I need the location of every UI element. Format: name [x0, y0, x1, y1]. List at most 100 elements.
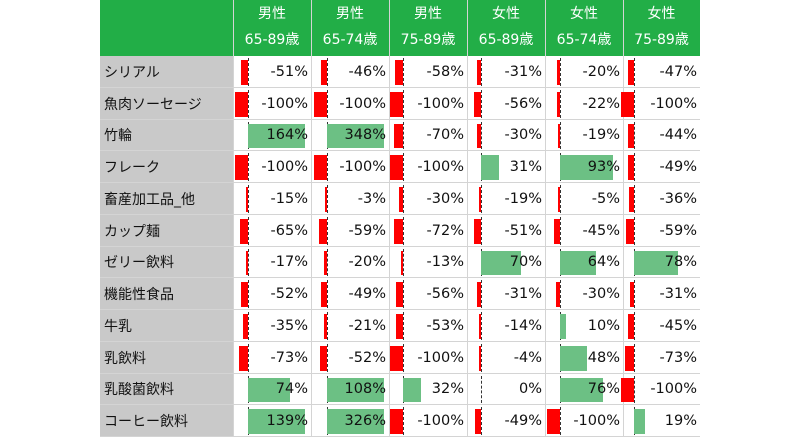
data-cell: 326%	[311, 405, 389, 437]
negative-bar	[479, 345, 481, 371]
negative-bar	[629, 187, 634, 212]
negative-bar	[246, 187, 248, 212]
data-cell: -19%	[467, 183, 545, 215]
negative-bar	[241, 60, 248, 85]
row-label: シリアル	[100, 56, 233, 88]
cell-value: 108%	[344, 381, 386, 398]
zero-axis-line	[481, 280, 482, 308]
zero-axis-line	[403, 89, 404, 118]
cell-value: 326%	[344, 413, 386, 430]
zero-axis-line	[634, 343, 635, 372]
negative-bar	[390, 409, 403, 434]
data-cell: -17%	[233, 246, 311, 279]
cell-value: -20%	[582, 63, 620, 80]
zero-axis-line	[327, 185, 328, 213]
data-cell: -49%	[623, 151, 700, 183]
cell-value: -45%	[582, 222, 620, 239]
data-cell: -49%	[311, 278, 389, 310]
zero-axis-line	[327, 248, 328, 277]
row-label: 竹輪	[100, 119, 233, 152]
data-cell: 70%	[467, 246, 545, 279]
cell-value: -59%	[348, 222, 386, 239]
zero-axis-line	[481, 216, 482, 245]
cell-value: 19%	[664, 413, 697, 430]
data-cell: 139%	[233, 405, 311, 437]
column-header: 女性 75-89歳	[623, 0, 700, 56]
column-header-gender: 男性	[336, 6, 364, 22]
cell-value: -30%	[426, 190, 464, 207]
negative-bar	[395, 282, 403, 307]
positive-bar	[634, 409, 645, 434]
zero-axis-line	[403, 216, 404, 245]
data-cell: 19%	[623, 405, 700, 437]
zero-axis-line	[481, 89, 482, 118]
cell-value: -45%	[659, 317, 697, 334]
zero-axis-line	[634, 121, 635, 150]
data-cell: -35%	[233, 310, 311, 342]
zero-axis-line	[248, 280, 249, 308]
zero-axis-line	[634, 89, 635, 118]
cell-value: 64%	[587, 254, 620, 271]
data-cell: 76%	[545, 373, 623, 406]
cell-value: -49%	[348, 286, 386, 303]
cell-value: -100%	[339, 159, 386, 176]
zero-axis-line	[481, 121, 482, 150]
cell-value: -36%	[659, 190, 697, 207]
zero-axis-line	[403, 343, 404, 372]
data-cell: 32%	[389, 373, 467, 406]
zero-axis-line	[481, 407, 482, 435]
data-cell: 64%	[545, 246, 623, 279]
negative-bar	[399, 187, 403, 212]
row-label: 乳飲料	[100, 341, 233, 374]
negative-bar	[390, 91, 403, 117]
negative-bar	[628, 314, 634, 339]
data-cell: -4%	[467, 341, 545, 374]
zero-axis-line	[481, 312, 482, 340]
data-table: 男性 65-89歳 男性 65-74歳 男性 75-89歳 女性 65-89歳 女性 65-74歳…	[100, 0, 700, 437]
cell-value: -17%	[270, 254, 308, 271]
zero-axis-line	[634, 185, 635, 213]
data-cell: -100%	[389, 87, 467, 120]
column-header-age: 65-89歳	[478, 32, 534, 48]
data-cell: -30%	[467, 119, 545, 152]
cell-value: -56%	[504, 95, 542, 112]
negative-bar	[390, 345, 403, 371]
data-cell: -73%	[623, 341, 700, 374]
negative-bar	[396, 314, 403, 339]
cell-value: -49%	[504, 413, 542, 430]
cell-value: -56%	[426, 286, 464, 303]
negative-bar	[474, 218, 481, 244]
negative-bar	[556, 282, 560, 307]
zero-axis-line	[248, 312, 249, 340]
data-cell: 108%	[311, 373, 389, 406]
data-cell: -20%	[311, 246, 389, 279]
negative-bar	[245, 250, 248, 276]
negative-bar	[557, 91, 560, 117]
zero-axis-line	[634, 280, 635, 308]
cell-value: -47%	[659, 63, 697, 80]
zero-axis-line	[481, 343, 482, 372]
zero-axis-line	[403, 185, 404, 213]
zero-axis-line	[248, 343, 249, 372]
cell-value: 31%	[509, 159, 542, 176]
negative-bar	[557, 123, 560, 149]
negative-bar	[393, 218, 403, 244]
data-cell: -51%	[233, 56, 311, 88]
cell-value: 70%	[509, 254, 542, 271]
positive-bar	[481, 155, 499, 180]
column-divider	[545, 0, 546, 437]
cell-value: -100%	[417, 95, 464, 112]
cell-value: -73%	[659, 349, 697, 366]
row-label: 魚肉ソーセージ	[100, 87, 233, 120]
zero-axis-line	[634, 58, 635, 86]
cell-value: -15%	[270, 190, 308, 207]
column-header-gender: 男性	[258, 6, 286, 22]
zero-axis-line	[560, 89, 561, 118]
negative-bar	[235, 91, 248, 117]
row-label: 乳酸菌飲料	[100, 373, 233, 406]
negative-bar	[473, 91, 481, 117]
data-cell: -30%	[389, 183, 467, 215]
zero-axis-line	[248, 58, 249, 86]
zero-axis-line	[327, 153, 328, 181]
zero-axis-line	[327, 280, 328, 308]
